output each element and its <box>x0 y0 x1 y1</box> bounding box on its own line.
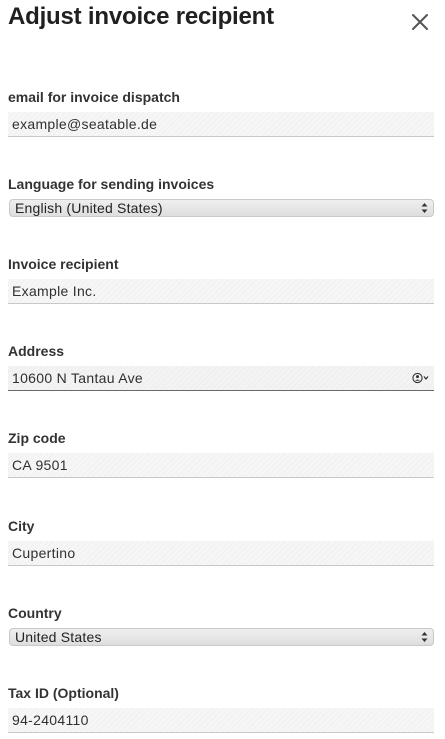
language-selected-value: English (United States) <box>15 200 163 216</box>
address-label: Address <box>8 343 65 359</box>
zip-value: CA 9501 <box>12 457 68 473</box>
close-icon <box>412 14 428 30</box>
email-label: email for invoice dispatch <box>8 89 180 105</box>
tax-id-label: Tax ID (Optional) <box>8 685 119 701</box>
dialog-title: Adjust invoice recipient <box>8 3 274 30</box>
zip-field[interactable]: CA 9501 <box>8 453 434 478</box>
language-select[interactable]: English (United States) <box>9 199 434 217</box>
email-value: example@seatable.de <box>12 116 158 132</box>
tax-id-field[interactable]: 94-2404110 <box>8 708 434 733</box>
city-value: Cupertino <box>12 545 76 561</box>
recipient-label: Invoice recipient <box>8 256 119 272</box>
select-arrows-icon <box>421 203 428 213</box>
invoice-recipient-dialog: Adjust invoice recipient email for invoi… <box>0 0 445 739</box>
recipient-value: Example Inc. <box>12 283 97 299</box>
country-selected-value: United States <box>15 629 102 645</box>
contact-autofill-icon[interactable] <box>412 372 430 384</box>
email-field[interactable]: example@seatable.de <box>8 112 434 137</box>
zip-label: Zip code <box>8 430 66 446</box>
language-label: Language for sending invoices <box>8 176 215 192</box>
recipient-field[interactable]: Example Inc. <box>8 279 434 304</box>
address-field[interactable]: 10600 N Tantau Ave <box>8 366 434 391</box>
city-field[interactable]: Cupertino <box>8 541 434 566</box>
city-label: City <box>8 518 35 534</box>
country-label: Country <box>8 605 62 621</box>
tax-id-value: 94-2404110 <box>12 712 89 728</box>
select-arrows-icon <box>421 632 428 642</box>
address-value: 10600 N Tantau Ave <box>12 370 143 386</box>
close-button[interactable] <box>409 11 431 33</box>
country-select[interactable]: United States <box>9 628 434 646</box>
